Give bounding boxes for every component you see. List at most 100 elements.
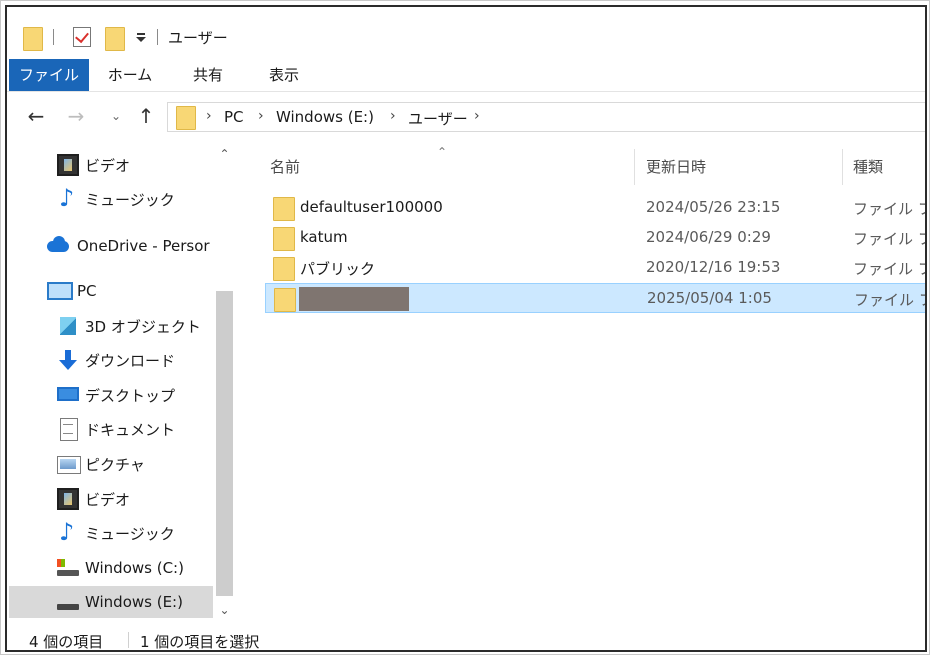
tab-file[interactable]: ファイル [9, 59, 89, 91]
sidebar-item-label: デスクトップ [85, 386, 176, 405]
sidebar-item-3d-objects[interactable]: 3D オブジェクト [9, 310, 213, 342]
explorer-window: ユーザー ファイル ホーム 共有 表示 ← → ⌄ ↑ › PC › Windo… [5, 5, 927, 652]
pictures-icon [57, 453, 81, 475]
column-divider[interactable] [634, 149, 635, 185]
desktop-icon [57, 384, 79, 406]
sidebar-item-drive-e[interactable]: Windows (E:) [9, 586, 213, 618]
folder-icon [274, 288, 296, 312]
file-row-selected[interactable]: 2025/05/04 1:05 ファイル フォ [265, 283, 925, 313]
download-icon [57, 349, 79, 371]
address-folder-icon [176, 106, 196, 130]
folder-icon [23, 27, 43, 51]
sidebar-item-label: Windows (C:) [85, 559, 184, 577]
video-icon [57, 488, 79, 510]
sidebar-item-label: ビデオ [85, 156, 131, 175]
file-date: 2020/12/16 19:53 [646, 258, 781, 276]
sidebar-item-videos-2[interactable]: ビデオ [9, 483, 213, 515]
sidebar-item-label: Windows (E:) [85, 593, 183, 611]
file-type: ファイル フォ [853, 200, 925, 218]
music-icon [57, 184, 79, 212]
up-arrow-icon[interactable]: ↑ [133, 103, 159, 129]
sidebar-item-documents[interactable]: ドキュメント [9, 413, 213, 445]
breadcrumb-separator-icon[interactable]: › [474, 108, 480, 124]
ribbon-tabs: ファイル ホーム 共有 表示 [7, 59, 925, 91]
breadcrumb-separator-icon[interactable]: › [258, 108, 264, 124]
back-arrow-icon[interactable]: ← [23, 103, 49, 129]
divider [53, 29, 54, 45]
file-type: ファイル フォ [853, 260, 925, 278]
sidebar-item-onedrive[interactable]: OneDrive - Persor [9, 230, 213, 262]
drive-e-icon [57, 591, 79, 613]
sidebar-item-label: ビデオ [85, 490, 131, 509]
navigation-bar: ← → ⌄ ↑ › PC › Windows (E:) › ユーザー › [7, 99, 925, 133]
ribbon-divider [7, 91, 925, 92]
sort-ascending-icon: ⌃ [437, 145, 448, 159]
file-type: ファイル フォ [853, 230, 925, 248]
sidebar-item-label: ダウンロード [85, 351, 176, 370]
sidebar-item-label: PC [77, 282, 97, 300]
drive-c-icon [57, 557, 79, 579]
file-row[interactable]: パブリック 2020/12/16 19:53 ファイル フォ [265, 253, 925, 283]
selection-count: 1 個の項目を選択 [140, 633, 260, 651]
file-name: パブリック [300, 260, 376, 278]
recent-locations-chevron-icon[interactable]: ⌄ [103, 103, 129, 129]
sidebar-item-downloads[interactable]: ダウンロード [9, 344, 213, 376]
status-bar: 4 個の項目 1 個の項目を選択 [7, 624, 925, 651]
video-icon [57, 154, 79, 176]
file-row[interactable]: defaultuser100000 2024/05/26 23:15 ファイル … [265, 193, 925, 223]
file-date: 2024/06/29 0:29 [646, 228, 771, 246]
scroll-up-icon[interactable]: ⌃ [214, 147, 235, 167]
forward-arrow-icon[interactable]: → [63, 103, 89, 129]
sidebar-item-desktop[interactable]: デスクトップ [9, 379, 213, 411]
file-name: katum [300, 228, 348, 246]
breadcrumb-users[interactable]: ユーザー [408, 108, 468, 129]
item-count: 4 個の項目 [29, 633, 104, 651]
screenshot-frame: ユーザー ファイル ホーム 共有 表示 ← → ⌄ ↑ › PC › Windo… [0, 0, 930, 655]
file-list: ⌃ 名前 更新日時 種類 defaultuser100000 2024/05/2… [237, 141, 925, 624]
tab-view[interactable]: 表示 [261, 59, 307, 91]
new-folder-icon[interactable] [105, 27, 125, 51]
tab-home[interactable]: ホーム [103, 59, 157, 91]
documents-icon [57, 418, 79, 441]
column-divider[interactable] [842, 149, 843, 185]
onedrive-icon [47, 235, 69, 257]
tab-share[interactable]: 共有 [185, 59, 231, 91]
folder-icon [273, 227, 295, 251]
sidebar-item-label: ピクチャ [85, 455, 145, 474]
sidebar-item-music-2[interactable]: ミュージック [9, 517, 213, 549]
column-header-type[interactable]: 種類 [853, 149, 883, 185]
file-name: defaultuser100000 [300, 198, 443, 216]
redacted-file-name [299, 287, 409, 311]
scroll-down-icon[interactable]: ⌄ [214, 603, 235, 623]
navigation-pane: ビデオ ミュージック OneDrive - Persor PC 3D オブジェク… [7, 141, 235, 624]
sidebar-item-label: ドキュメント [85, 420, 176, 439]
breadcrumb-separator-icon[interactable]: › [390, 108, 396, 124]
folder-icon [273, 197, 295, 221]
file-date: 2025/05/04 1:05 [647, 289, 772, 307]
file-date: 2024/05/26 23:15 [646, 198, 781, 216]
title-bar: ユーザー [7, 7, 925, 59]
breadcrumb-drive-e[interactable]: Windows (E:) [276, 108, 374, 126]
sidebar-item-videos[interactable]: ビデオ [9, 149, 213, 181]
sidebar-item-pc[interactable]: PC [9, 275, 213, 307]
column-header-date[interactable]: 更新日時 [646, 149, 706, 185]
scrollbar-thumb[interactable] [216, 291, 233, 596]
breadcrumb-pc[interactable]: PC [224, 108, 244, 126]
sidebar-item-drive-c[interactable]: Windows (C:) [9, 552, 213, 584]
sidebar-item-label: OneDrive - Persor [77, 237, 210, 255]
customize-quick-access-icon[interactable] [136, 33, 146, 43]
sidebar-item-label: 3D オブジェクト [85, 317, 201, 336]
sidebar-item-label: ミュージック [85, 524, 175, 543]
address-bar[interactable]: › PC › Windows (E:) › ユーザー › [167, 102, 925, 132]
status-divider [128, 632, 129, 648]
sidebar-item-music[interactable]: ミュージック [9, 183, 213, 215]
sidebar-scrollbar[interactable]: ⌃ ⌄ [214, 141, 235, 624]
file-row[interactable]: katum 2024/06/29 0:29 ファイル フォ [265, 223, 925, 253]
column-header-name[interactable]: 名前 [270, 149, 300, 185]
sidebar-item-pictures[interactable]: ピクチャ [9, 448, 213, 480]
music-icon [57, 518, 79, 546]
properties-check-icon[interactable] [73, 27, 91, 47]
folder-icon [273, 257, 295, 281]
file-type: ファイル フォ [854, 291, 925, 309]
breadcrumb-separator-icon[interactable]: › [206, 108, 212, 124]
